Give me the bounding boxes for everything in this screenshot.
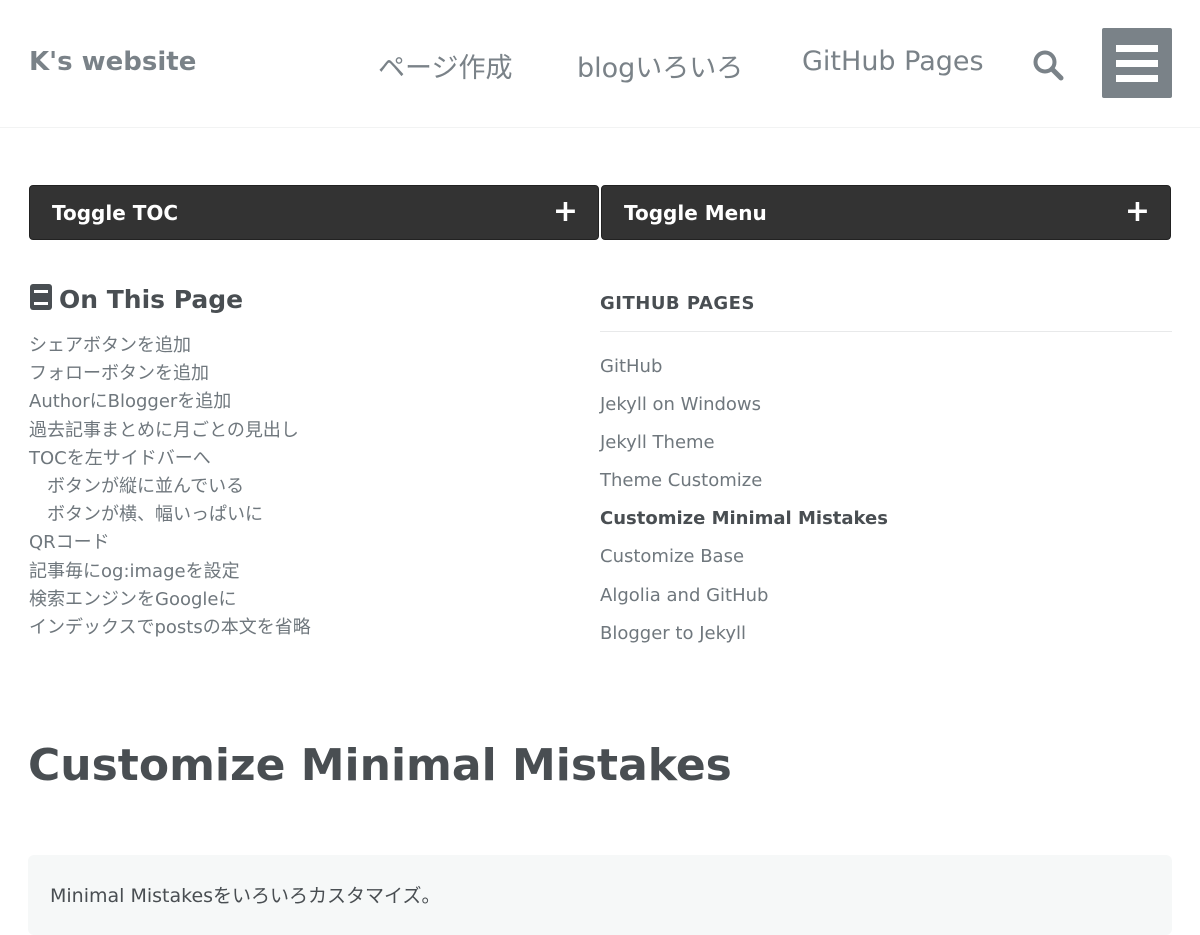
toc-item[interactable]: AuthorにBloggerを追加 xyxy=(29,388,311,416)
toc-subitem[interactable]: ボタンが縦に並んでいる xyxy=(29,473,311,501)
toc-item[interactable]: フォローボタンを追加 xyxy=(29,360,311,388)
book-icon xyxy=(30,284,52,310)
toggle-menu-label: Toggle Menu xyxy=(624,201,767,225)
side-nav-item[interactable]: Jekyll on Windows xyxy=(600,388,888,426)
side-nav-list: GitHub Jekyll on Windows Jekyll Theme Th… xyxy=(600,350,888,655)
side-nav-heading: GITHUB PAGES xyxy=(600,293,755,314)
side-nav-item[interactable]: Blogger to Jekyll xyxy=(600,617,888,655)
side-nav-item[interactable]: GitHub xyxy=(600,350,888,388)
toggle-menu-button[interactable]: Toggle Menu + xyxy=(601,185,1171,240)
nav-link-blog[interactable]: blogいろいろ xyxy=(577,46,743,85)
page-title: Customize Minimal Mistakes xyxy=(28,740,732,791)
toc-item[interactable]: シェアボタンを追加 xyxy=(29,332,311,360)
site-title-link[interactable]: K's website xyxy=(29,47,196,77)
toc-item[interactable]: TOCを左サイドバーへ xyxy=(29,445,311,473)
toc-heading: On This Page xyxy=(29,283,243,314)
toggle-toc-button[interactable]: Toggle TOC + xyxy=(29,185,599,240)
toc-item[interactable]: インデックスでpostsの本文を省略 xyxy=(29,614,311,642)
excerpt-box: Minimal Mistakesをいろいろカスタマイズ。 xyxy=(28,855,1172,935)
nav-link-page-creation[interactable]: ページ作成 xyxy=(378,46,512,85)
masthead: K's website ページ作成 blogいろいろ GitHub Pages xyxy=(0,0,1200,128)
search-button[interactable] xyxy=(1029,46,1069,84)
side-nav-item[interactable]: Algolia and GitHub xyxy=(600,579,888,617)
side-nav-item[interactable]: Jekyll Theme xyxy=(600,426,888,464)
toggle-toc-label: Toggle TOC xyxy=(52,201,179,225)
side-nav-item-active[interactable]: Customize Minimal Mistakes xyxy=(600,502,888,540)
toc-list: シェアボタンを追加 フォローボタンを追加 AuthorにBloggerを追加 過… xyxy=(29,332,311,642)
side-nav-item[interactable]: Customize Base xyxy=(600,540,888,578)
toc-subitem[interactable]: ボタンが横、幅いっぱいに xyxy=(29,501,311,529)
hamburger-menu-button[interactable] xyxy=(1102,28,1172,98)
side-nav-item[interactable]: Theme Customize xyxy=(600,464,888,502)
divider xyxy=(600,331,1172,332)
nav-link-github-pages[interactable]: GitHub Pages xyxy=(802,46,984,77)
toc-item[interactable]: 記事毎にog:imageを設定 xyxy=(29,558,311,586)
toc-item[interactable]: QRコード xyxy=(29,529,311,557)
toc-item[interactable]: 検索エンジンをGoogleに xyxy=(29,586,311,614)
plus-icon: + xyxy=(1124,194,1150,229)
search-icon xyxy=(1033,50,1064,81)
toc-title-text: On This Page xyxy=(59,285,244,314)
excerpt-text: Minimal Mistakesをいろいろカスタマイズ。 xyxy=(50,885,441,907)
plus-icon: + xyxy=(552,194,578,229)
toc-item[interactable]: 過去記事まとめに月ごとの見出し xyxy=(29,417,311,445)
